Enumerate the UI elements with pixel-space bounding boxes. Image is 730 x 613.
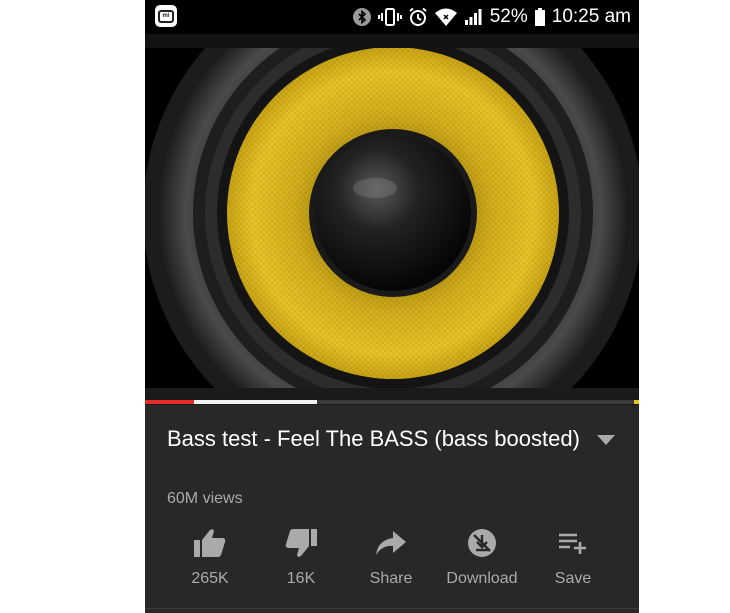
share-label: Share	[369, 570, 413, 587]
dislike-count: 16K	[286, 570, 316, 587]
player-top-strip	[145, 34, 639, 48]
clock: 10:25 am	[551, 6, 631, 27]
wifi-icon	[434, 7, 458, 27]
battery-icon	[534, 7, 546, 27]
battery-percent: 52%	[489, 6, 528, 27]
save-label: Save	[554, 570, 592, 587]
thumbs-down-icon	[256, 525, 346, 561]
thumbs-up-icon	[165, 525, 255, 561]
expand-description-icon[interactable]	[597, 435, 615, 445]
signal-icon	[464, 7, 484, 27]
video-player[interactable]	[145, 48, 639, 388]
video-title[interactable]: Bass test - Feel The BASS (bass boosted)	[167, 423, 587, 454]
vibrate-icon	[377, 7, 402, 27]
dislike-button[interactable]: 16K	[256, 525, 346, 588]
playlist-add-icon	[528, 525, 618, 561]
phone-screen: mi 52% 10:25 am Bass test - Feel The BAS…	[145, 0, 639, 613]
share-button[interactable]: Share	[346, 525, 436, 588]
like-count: 265K	[191, 570, 229, 587]
download-disabled-icon	[437, 525, 527, 561]
speaker-woofer-image	[145, 48, 639, 388]
bluetooth-icon	[352, 7, 372, 27]
download-label: Download	[446, 570, 518, 587]
download-button[interactable]: Download	[437, 525, 527, 588]
video-info-panel: Bass test - Feel The BASS (bass boosted)…	[145, 405, 639, 613]
video-progress-bar[interactable]	[145, 388, 639, 405]
alarm-icon	[408, 7, 428, 27]
share-icon	[346, 525, 436, 561]
divider	[145, 608, 639, 609]
save-button[interactable]: Save	[528, 525, 618, 588]
progress-played	[145, 400, 194, 404]
mi-app-icon: mi	[155, 5, 177, 27]
progress-buffered	[194, 400, 317, 404]
progress-marker	[634, 400, 639, 404]
action-bar: 265K 16K Share Download Save	[145, 525, 639, 595]
view-count: 60M views	[167, 490, 243, 507]
like-button[interactable]: 265K	[165, 525, 255, 588]
status-bar: mi 52% 10:25 am	[145, 0, 639, 34]
status-icons: 52% 10:25 am	[352, 0, 631, 34]
